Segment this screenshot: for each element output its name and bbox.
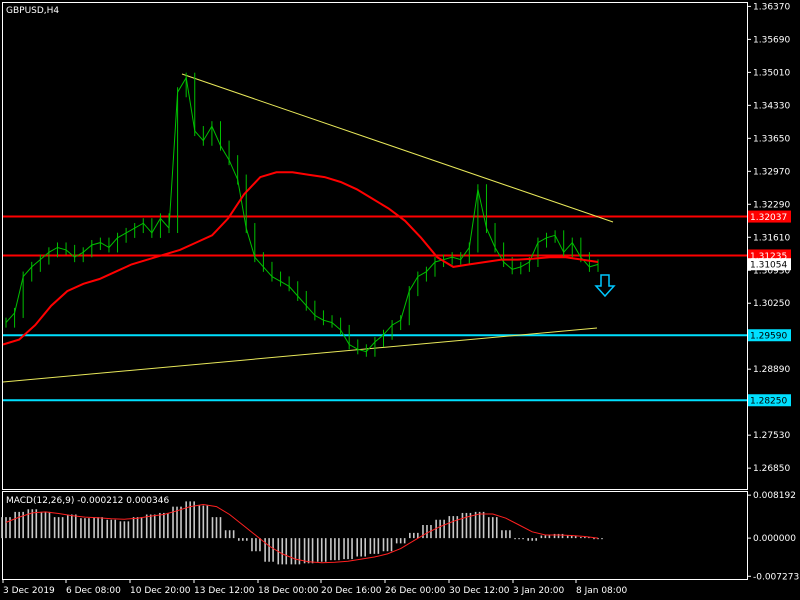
- time-tick-label: 13 Dec 12:00: [194, 586, 255, 596]
- price-series-line: [5, 76, 599, 353]
- time-tick-label: 10 Dec 20:00: [130, 586, 191, 596]
- macd-label: MACD(12,26,9) -0.000212 0.000346: [6, 496, 169, 506]
- price-tick-label: 1.26850: [753, 464, 790, 474]
- macd-tick-label: 0.000000: [753, 534, 796, 544]
- time-tick-label: 3 Dec 2019: [3, 586, 55, 596]
- price-tick-label: 1.31610: [753, 233, 790, 243]
- price-tick-label: 1.32970: [753, 167, 790, 177]
- macd-histogram: [1, 501, 603, 565]
- price-tick-label: 1.35690: [753, 35, 790, 45]
- price-tick-label: 1.30250: [753, 299, 790, 309]
- time-tick-label: 6 Dec 08:00: [66, 586, 121, 596]
- time-tick-label: 8 Jan 08:00: [576, 586, 628, 596]
- down-arrow-icon: [594, 274, 616, 298]
- horizontal-lines: [3, 215, 747, 402]
- macd-tick-label: -0.007273: [753, 572, 799, 582]
- moving-average-line: [2, 171, 599, 346]
- support-price-label: 1.29590: [750, 332, 787, 342]
- trading-chart[interactable]: GBPUSD,H4 MACD(12,26,9) -0.000212 0.0003…: [0, 0, 800, 600]
- time-tick-label: 20 Dec 16:00: [321, 586, 382, 596]
- symbol-label: GBPUSD,H4: [6, 6, 59, 16]
- price-tick-label: 1.34330: [753, 101, 790, 111]
- time-tick-label: 26 Dec 00:00: [385, 586, 446, 596]
- price-panel-frame: [2, 2, 748, 490]
- time-tick-label: 30 Dec 12:00: [449, 586, 510, 596]
- resistance-price-label: 1.32037: [750, 213, 787, 223]
- time-axis: 3 Dec 2019 6 Dec 08:00 10 Dec 20:00 13 Dec …: [2, 579, 628, 596]
- time-tick-label: 18 Dec 00:00: [258, 586, 319, 596]
- price-tick-label: 1.28890: [753, 365, 790, 375]
- price-tick-label: 1.35010: [753, 68, 790, 78]
- macd-axis: 0.008192 0.000000 -0.007273: [747, 491, 799, 582]
- macd-tick-label: 0.008192: [753, 491, 796, 501]
- price-tick-label: 1.32290: [753, 200, 790, 210]
- price-tick-label: 1.27530: [753, 431, 790, 441]
- price-tick-label: 1.36370: [753, 2, 790, 12]
- current-price-label: 1.31054: [750, 261, 787, 271]
- time-tick-label: 3 Jan 20:00: [513, 586, 565, 596]
- price-tick-label: 1.33650: [753, 134, 790, 144]
- support-price-label: 1.28250: [750, 397, 787, 407]
